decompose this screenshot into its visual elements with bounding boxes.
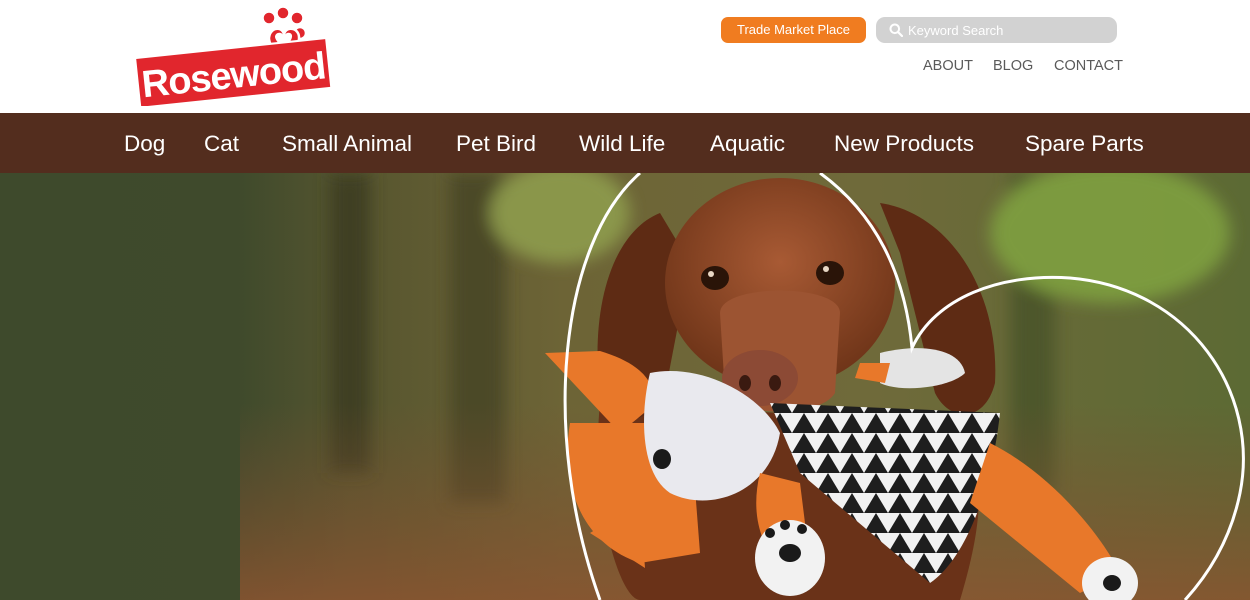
search-box[interactable] <box>876 17 1117 43</box>
nav-item-small-animal[interactable]: Small Animal <box>282 113 412 173</box>
blog-link[interactable]: BLOG <box>993 58 1033 74</box>
rosewood-logo[interactable]: Rosewood <box>132 6 337 106</box>
search-icon[interactable] <box>889 23 903 37</box>
hero-banner <box>0 173 1250 600</box>
site-header: Rosewood Trade Market Place ABOUT BLOG C… <box>0 0 1250 113</box>
logo-graphic: Rosewood <box>134 6 333 106</box>
about-link[interactable]: ABOUT <box>923 58 973 74</box>
search-input[interactable] <box>908 17 1108 43</box>
main-nav: Dog Cat Small Animal Pet Bird Wild Life … <box>0 113 1250 173</box>
nav-item-pet-bird[interactable]: Pet Bird <box>456 113 536 173</box>
nav-item-spare-parts[interactable]: Spare Parts <box>1025 113 1144 173</box>
nav-item-cat[interactable]: Cat <box>204 113 239 173</box>
dachshund-with-fox-toy-photo <box>0 173 1250 600</box>
nav-item-new-products[interactable]: New Products <box>834 113 974 173</box>
nav-item-aquatic[interactable]: Aquatic <box>710 113 785 173</box>
nav-item-dog[interactable]: Dog <box>124 113 165 173</box>
contact-link[interactable]: CONTACT <box>1054 58 1123 74</box>
trade-market-place-button[interactable]: Trade Market Place <box>721 17 866 43</box>
nav-item-wild-life[interactable]: Wild Life <box>579 113 665 173</box>
